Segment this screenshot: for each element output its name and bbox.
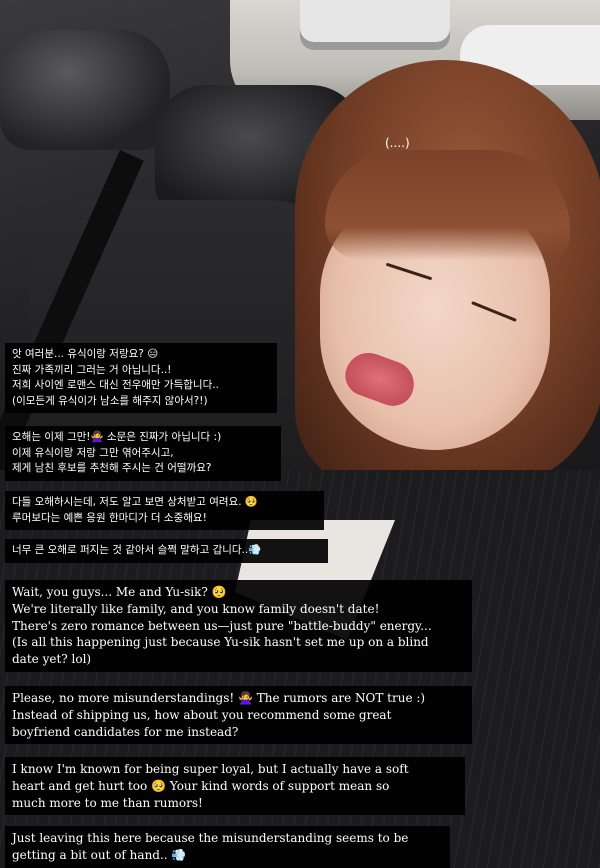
rear-headrest [0, 30, 170, 150]
caption-line: 루머보다는 예쁜 응원 한마디가 더 소중해요! [12, 511, 207, 524]
caption-en-4: Just leaving this here because the misun… [5, 826, 450, 868]
caption-line: There's zero romance between us—just pur… [12, 618, 432, 633]
bangs [325, 150, 570, 260]
caption-line: heart and get hurt too 🥺 Your kind words… [12, 778, 390, 793]
caption-line: We're literally like family, and you kno… [12, 601, 380, 616]
story-screen: (....) 앗 여러분... 유식이랑 저랑요? 😑 진짜 가족끼리 그러는 … [0, 0, 600, 868]
ellipsis-text: (....) [385, 136, 410, 150]
caption-line: 저희 사이엔 로맨스 대신 전우애만 가득합니다.. [12, 379, 219, 391]
caption-ko-1: 앗 여러분... 유식이랑 저랑요? 😑 진짜 가족끼리 그러는 거 아닙니다.… [5, 343, 277, 413]
caption-line: 너무 큰 오해로 퍼지는 것 같아서 슬쩍 말하고 갑니다..💨 [12, 544, 262, 556]
caption-line: 제게 남친 후보를 추천해 주시는 건 어떨까요? [12, 462, 212, 474]
caption-line: Wait, you guys... Me and Yu-sik? 🥺 [12, 585, 227, 599]
van-in-window [300, 0, 450, 50]
caption-en-1: Wait, you guys... Me and Yu-sik? 🥺 We're… [5, 580, 472, 672]
caption-ko-4: 너무 큰 오해로 퍼지는 것 같아서 슬쩍 말하고 갑니다..💨 [5, 539, 328, 563]
caption-en-2: Please, no more misunderstandings! 🙅‍♀️ … [5, 686, 472, 745]
caption-line: 다들 오해하시는데, 저도 알고 보면 상처받고 여려요. 🥺 [12, 496, 258, 508]
caption-line: 이제 유식이랑 저랑 그만 엮어주시고, [12, 446, 174, 459]
caption-line: I know I'm known for being super loyal, … [12, 762, 409, 776]
caption-line: getting a bit out of hand.. 💨 [12, 847, 187, 862]
caption-line: date yet? lol) [12, 652, 92, 667]
caption-line: boyfriend candidates for me instead? [12, 724, 239, 739]
caption-line: much more to me than rumors! [12, 795, 203, 810]
caption-line: 오해는 이제 그만!🙅‍♀️ 소문은 진짜가 아닙니다 :) [12, 431, 222, 443]
caption-line: Instead of shipping us, how about you re… [12, 707, 392, 722]
caption-en-3: I know I'm known for being super loyal, … [5, 757, 465, 816]
caption-ko-3: 다들 오해하시는데, 저도 알고 보면 상처받고 여려요. 🥺 루머보다는 예쁜… [5, 491, 324, 530]
caption-line: (Is all this happening just because Yu-s… [12, 635, 429, 650]
caption-line: Just leaving this here because the misun… [12, 831, 409, 845]
caption-line: 진짜 가족끼리 그러는 거 아닙니다..! [12, 363, 172, 376]
caption-line: (이모든게 유식이가 남소를 해주지 않아서?!) [12, 394, 208, 407]
caption-ko-2: 오해는 이제 그만!🙅‍♀️ 소문은 진짜가 아닙니다 :) 이제 유식이랑 저… [5, 426, 281, 481]
caption-line: Please, no more misunderstandings! 🙅‍♀️ … [12, 691, 426, 705]
caption-line: 앗 여러분... 유식이랑 저랑요? 😑 [12, 348, 159, 360]
